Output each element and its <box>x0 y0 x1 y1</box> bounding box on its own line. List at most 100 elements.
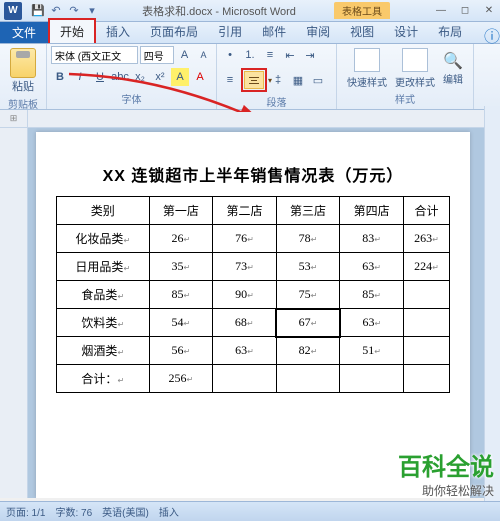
status-insert[interactable]: 插入 <box>159 504 179 519</box>
multilevel-button[interactable]: ≡ <box>261 46 279 64</box>
qat-more-icon[interactable]: ▾ <box>84 3 100 19</box>
table-cell[interactable]: 63↵ <box>213 337 277 365</box>
table-cell[interactable]: 63↵ <box>340 309 404 337</box>
table-cell[interactable]: 食品类↵ <box>57 281 150 309</box>
shrink-font-icon[interactable]: A <box>195 46 212 64</box>
table-cell[interactable]: 56↵ <box>149 337 213 365</box>
edit-button[interactable]: 🔍编辑 <box>443 51 463 86</box>
header-cell[interactable]: 合计 <box>403 197 449 225</box>
table-cell[interactable]: 85↵ <box>149 281 213 309</box>
underline-button[interactable]: U <box>91 68 109 86</box>
table-cell[interactable]: 26↵ <box>149 225 213 253</box>
font-size-select[interactable]: 四号 <box>140 46 174 64</box>
file-tab[interactable]: 文件 <box>0 22 48 43</box>
table-cell[interactable]: 85↵ <box>340 281 404 309</box>
table-cell[interactable]: 82↵ <box>276 337 340 365</box>
header-cell[interactable]: 第四店 <box>340 197 404 225</box>
tab-view[interactable]: 视图 <box>340 20 384 43</box>
redo-icon[interactable]: ↷ <box>66 3 82 19</box>
align-center-button[interactable] <box>244 71 264 89</box>
table-cell[interactable]: 烟酒类↵ <box>57 337 150 365</box>
undo-icon[interactable]: ↶ <box>48 3 64 19</box>
table-cell[interactable] <box>403 337 449 365</box>
table-cell[interactable] <box>276 365 340 393</box>
header-cell[interactable]: 第一店 <box>149 197 213 225</box>
table-cell[interactable] <box>403 281 449 309</box>
borders-button[interactable]: ▭ <box>309 71 327 89</box>
table-cell[interactable]: 76↵ <box>213 225 277 253</box>
subscript-button[interactable]: x₂ <box>131 68 149 86</box>
increase-indent-button[interactable]: ⇥ <box>301 46 319 64</box>
table-cell[interactable]: 67↵ <box>276 309 340 337</box>
paste-label: 粘贴 <box>12 78 34 94</box>
status-words[interactable]: 字数: 76 <box>55 504 92 519</box>
table-cell[interactable]: 日用品类↵ <box>57 253 150 281</box>
tab-review[interactable]: 审阅 <box>296 20 340 43</box>
table-cell[interactable]: 合计：↵ <box>57 365 150 393</box>
font-name-select[interactable]: 宋体 (西文正文 <box>51 46 138 64</box>
table-cell[interactable]: 53↵ <box>276 253 340 281</box>
tab-references[interactable]: 引用 <box>208 20 252 43</box>
quick-styles-button[interactable]: 快速样式 <box>347 48 387 89</box>
table-row: 饮料类↵54↵68↵67↵63↵ <box>57 309 450 337</box>
edit-label: 编辑 <box>443 71 463 86</box>
maximize-button[interactable]: ◻ <box>454 3 476 19</box>
table-cell[interactable]: 63↵ <box>340 253 404 281</box>
table-cell[interactable]: 90↵ <box>213 281 277 309</box>
superscript-button[interactable]: x² <box>151 68 169 86</box>
table-cell[interactable] <box>213 365 277 393</box>
table-cell[interactable]: 263↵ <box>403 225 449 253</box>
decrease-indent-button[interactable]: ⇤ <box>281 46 299 64</box>
table-cell[interactable]: 化妆品类↵ <box>57 225 150 253</box>
paste-button[interactable]: 粘贴 <box>4 46 42 96</box>
status-page[interactable]: 页面: 1/1 <box>6 504 45 519</box>
table-cell[interactable]: 256↵ <box>149 365 213 393</box>
italic-button[interactable]: I <box>71 68 89 86</box>
table-cell[interactable]: 73↵ <box>213 253 277 281</box>
numbering-button[interactable]: 1. <box>241 46 259 64</box>
close-button[interactable]: ✕ <box>478 3 500 19</box>
table-cell[interactable]: 224↵ <box>403 253 449 281</box>
align-left-button[interactable]: ≡ <box>221 71 239 89</box>
highlight-button[interactable]: A <box>171 68 189 86</box>
save-icon[interactable]: 💾 <box>30 3 46 19</box>
change-styles-button[interactable]: 更改样式 <box>395 48 435 89</box>
page[interactable]: XX 连锁超市上半年销售情况表（万元） 类别 第一店 第二店 第三店 第四店 合… <box>36 132 470 498</box>
font-color-button[interactable]: A <box>191 68 209 86</box>
bullets-button[interactable]: • <box>221 46 239 64</box>
paragraph-group-label: 段落 <box>221 94 332 110</box>
table-cell[interactable]: 78↵ <box>276 225 340 253</box>
strike-button[interactable]: abc <box>111 68 129 86</box>
tab-page-layout[interactable]: 页面布局 <box>140 20 208 43</box>
shading-button[interactable]: ▦ <box>289 71 307 89</box>
table-cell[interactable] <box>403 365 449 393</box>
tab-layout[interactable]: 布局 <box>428 20 472 43</box>
vertical-scrollbar[interactable] <box>484 106 500 501</box>
table-cell[interactable]: 51↵ <box>340 337 404 365</box>
tab-insert[interactable]: 插入 <box>96 20 140 43</box>
table-cell[interactable]: 68↵ <box>213 309 277 337</box>
tab-design[interactable]: 设计 <box>384 20 428 43</box>
tab-home[interactable]: 开始 <box>48 18 96 43</box>
table-cell[interactable]: 饮料类↵ <box>57 309 150 337</box>
header-cell[interactable]: 类别 <box>57 197 150 225</box>
change-styles-label: 更改样式 <box>395 74 435 89</box>
minimize-button[interactable]: — <box>430 3 452 19</box>
header-cell[interactable]: 第三店 <box>276 197 340 225</box>
data-table[interactable]: 类别 第一店 第二店 第三店 第四店 合计 化妆品类↵26↵76↵78↵83↵2… <box>56 196 450 393</box>
table-cell[interactable]: 75↵ <box>276 281 340 309</box>
table-row: 烟酒类↵56↵63↵82↵51↵ <box>57 337 450 365</box>
bold-button[interactable]: B <box>51 68 69 86</box>
header-cell[interactable]: 第二店 <box>213 197 277 225</box>
table-cell[interactable] <box>340 365 404 393</box>
table-cell[interactable]: 54↵ <box>149 309 213 337</box>
status-lang[interactable]: 英语(美国) <box>102 504 149 519</box>
styles-group-label: 样式 <box>341 91 469 107</box>
horizontal-ruler: ⊞ <box>0 110 500 128</box>
table-cell[interactable]: 83↵ <box>340 225 404 253</box>
table-cell[interactable]: 35↵ <box>149 253 213 281</box>
grow-font-icon[interactable]: A <box>176 46 193 64</box>
table-cell[interactable] <box>403 309 449 337</box>
tab-mailings[interactable]: 邮件 <box>252 20 296 43</box>
help-icon[interactable]: ⓘ <box>484 27 500 43</box>
